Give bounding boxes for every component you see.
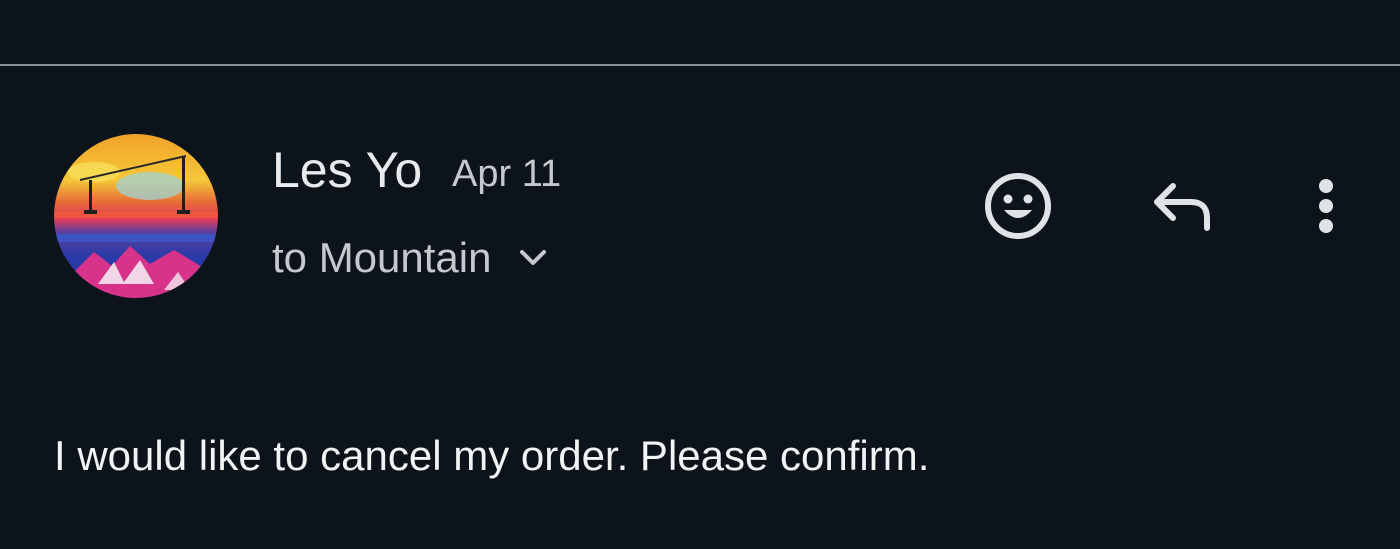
add-reaction-button[interactable] bbox=[978, 166, 1058, 246]
reply-button[interactable] bbox=[1142, 166, 1222, 246]
recipients-label: to Mountain bbox=[272, 234, 492, 281]
email-message-view: Les Yo Apr 11 to Mountain I would like t… bbox=[0, 0, 1400, 549]
recipients-toggle[interactable]: to Mountain bbox=[272, 230, 551, 286]
chevron-down-icon bbox=[515, 240, 551, 276]
message-body: I would like to cancel my order. Please … bbox=[54, 432, 930, 479]
reply-arrow-icon bbox=[1154, 183, 1210, 231]
message-date: Apr 11 bbox=[452, 153, 562, 195]
more-options-button[interactable] bbox=[1296, 166, 1356, 246]
sender-name[interactable]: Les Yo bbox=[272, 140, 422, 200]
top-divider bbox=[0, 64, 1400, 66]
more-vert-icon bbox=[1319, 179, 1333, 233]
avatar-image bbox=[54, 134, 218, 298]
sender-avatar[interactable] bbox=[54, 134, 218, 298]
smiley-icon bbox=[985, 173, 1051, 239]
